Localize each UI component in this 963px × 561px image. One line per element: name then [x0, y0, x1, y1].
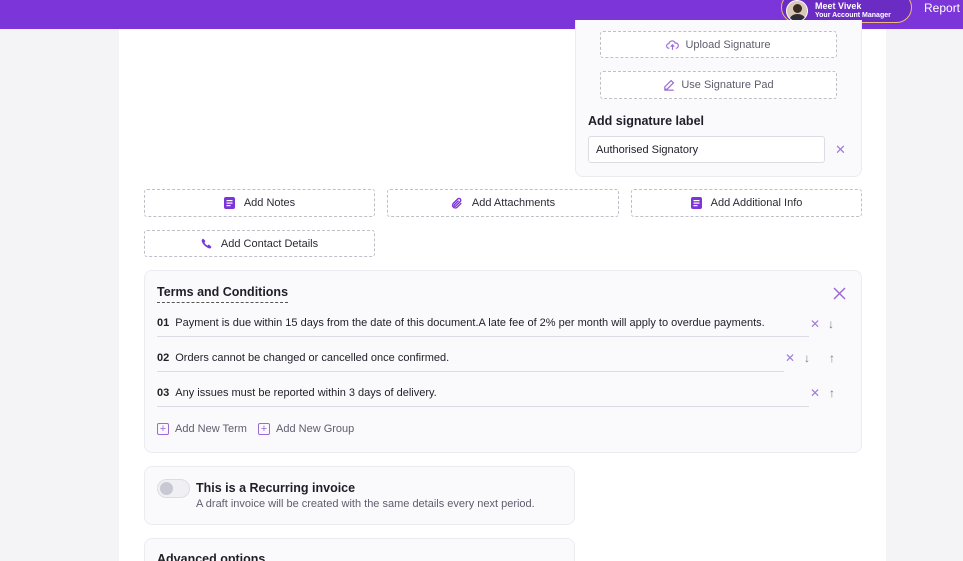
advanced-options-title: Advanced options — [157, 552, 266, 561]
add-new-group-button[interactable]: + Add New Group — [258, 423, 354, 435]
move-down-arrow-icon[interactable]: ↓ — [828, 318, 834, 330]
toggle-knob — [160, 482, 173, 495]
avatar — [786, 0, 808, 22]
add-contact-details-label: Add Contact Details — [220, 237, 319, 250]
report-link[interactable]: Report a — [924, 1, 963, 15]
delete-term-icon[interactable]: ✕ — [810, 318, 820, 330]
delete-term-icon[interactable]: ✕ — [810, 387, 820, 399]
term-row[interactable]: 02 Orders cannot be changed or cancelled… — [157, 344, 784, 372]
manager-name: Meet Vivek — [815, 0, 862, 11]
add-notes-label: Add Notes — [243, 197, 296, 209]
signature-label-input[interactable]: Authorised Signatory — [588, 136, 825, 163]
term-text: Any issues must be reported within 3 day… — [175, 386, 437, 399]
phone-icon — [201, 238, 212, 249]
terms-title[interactable]: Terms and Conditions — [157, 285, 289, 303]
term-text: Payment is due within 15 days from the d… — [175, 316, 765, 329]
term-row[interactable]: 03 Any issues must be reported within 3 … — [157, 379, 809, 407]
add-attachments-button[interactable]: Add Attachments — [387, 189, 619, 217]
close-terms-icon[interactable] — [832, 286, 847, 301]
delete-term-icon[interactable]: ✕ — [785, 352, 795, 364]
move-up-arrow-icon[interactable]: ↑ — [829, 387, 835, 399]
plus-icon: + — [157, 423, 169, 435]
info-document-icon — [690, 197, 702, 209]
term-row[interactable]: 01 Payment is due within 15 days from th… — [157, 309, 809, 337]
plus-icon: + — [258, 423, 270, 435]
add-new-term-label: Add New Term — [175, 423, 247, 435]
upload-signature-label: Upload Signature — [685, 38, 771, 51]
add-additional-info-button[interactable]: Add Additional Info — [631, 189, 862, 217]
signature-pad-button[interactable]: Use Signature Pad — [600, 71, 837, 99]
add-additional-info-label: Add Additional Info — [710, 197, 803, 209]
term-number: 01 — [157, 316, 170, 329]
clear-signature-label-icon[interactable]: ✕ — [835, 143, 846, 156]
add-new-group-label: Add New Group — [276, 423, 355, 435]
term-text: Orders cannot be changed or cancelled on… — [175, 351, 450, 364]
paperclip-icon — [451, 197, 462, 209]
recurring-invoice-panel — [144, 466, 575, 525]
term-number: 03 — [157, 386, 170, 399]
signature-label-heading: Add signature label — [588, 114, 704, 128]
recurring-subtitle: A draft invoice will be created with the… — [196, 498, 535, 510]
term-number: 02 — [157, 351, 170, 364]
move-up-arrow-icon[interactable]: ↑ — [829, 352, 835, 364]
manager-role: Your Account Manager — [815, 11, 891, 19]
recurring-title: This is a Recurring invoice — [196, 481, 356, 495]
add-attachments-label: Add Attachments — [471, 197, 556, 209]
add-new-term-button[interactable]: + Add New Term — [157, 423, 247, 435]
notes-icon — [223, 197, 235, 209]
pen-icon — [664, 79, 675, 91]
signature-pad-label: Use Signature Pad — [681, 79, 774, 91]
add-notes-button[interactable]: Add Notes — [144, 189, 375, 217]
upload-cloud-icon — [666, 39, 680, 50]
add-contact-details-button[interactable]: Add Contact Details — [144, 230, 375, 257]
move-down-arrow-icon[interactable]: ↓ — [804, 352, 810, 364]
upload-signature-button[interactable]: Upload Signature — [600, 31, 837, 58]
recurring-toggle[interactable] — [157, 479, 190, 498]
